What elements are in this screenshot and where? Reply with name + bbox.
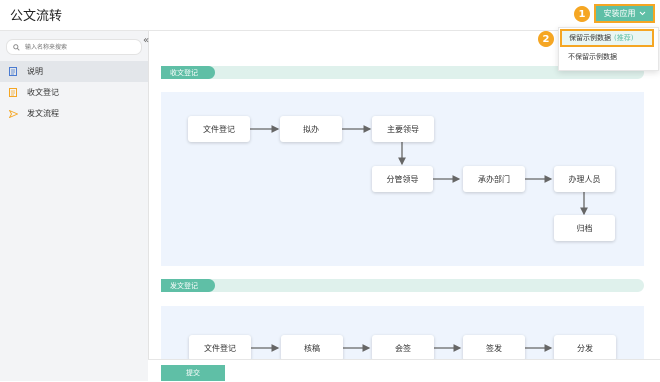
install-app-button[interactable]: 安装应用: [594, 4, 655, 23]
install-app-label: 安装应用: [603, 9, 636, 18]
sidebar-item-receive[interactable]: 收文登记: [0, 82, 148, 103]
section-title-receive: 收文登记: [161, 66, 215, 79]
step-badge-1: 1: [574, 6, 590, 22]
flow-node: 主要领导: [372, 116, 434, 142]
chevron-down-icon: [639, 11, 645, 16]
flow-node: 拟办: [280, 116, 342, 142]
section-title-dispatch: 发文登记: [161, 279, 215, 292]
flow-node: 分发: [554, 335, 616, 361]
doc-icon: [9, 67, 23, 76]
flow-node: 分管领导: [372, 166, 433, 192]
keep-sample-data-option[interactable]: 保留示例数据 (推荐): [560, 29, 654, 47]
section-header-dispatch: [161, 279, 644, 292]
flow-node: 核稿: [281, 335, 343, 361]
submit-button[interactable]: 提交: [161, 365, 225, 381]
form-icon: [9, 88, 23, 97]
flow-node: 文件登记: [188, 116, 250, 142]
flow-node: 文件登记: [189, 335, 251, 361]
sidebar-item-dispatch[interactable]: 发文流程: [0, 103, 148, 124]
flow-node: 签发: [463, 335, 525, 361]
sidebar-item-label: 发文流程: [27, 109, 59, 118]
no-sample-data-option[interactable]: 不保留示例数据: [568, 52, 617, 62]
sidebar-item-label: 收文登记: [27, 88, 59, 97]
search-box[interactable]: [6, 39, 142, 55]
flow-node: 归档: [554, 215, 615, 241]
sidebar-item-label: 说明: [27, 67, 43, 76]
option-label: 保留示例数据: [569, 34, 611, 42]
app-title: 公文流转: [10, 9, 63, 24]
collapse-sidebar-icon[interactable]: «: [143, 35, 149, 46]
recommended-tag: (推荐): [614, 34, 634, 42]
flow-node: 承办部门: [463, 166, 525, 192]
flow-node: 办理人员: [554, 166, 615, 192]
search-input[interactable]: [23, 42, 137, 52]
search-icon: [13, 43, 20, 51]
sidebar-item-intro[interactable]: 说明: [0, 61, 148, 82]
flow-node: 会签: [372, 335, 434, 361]
step-badge-2: 2: [538, 31, 554, 47]
send-icon: [9, 109, 23, 118]
